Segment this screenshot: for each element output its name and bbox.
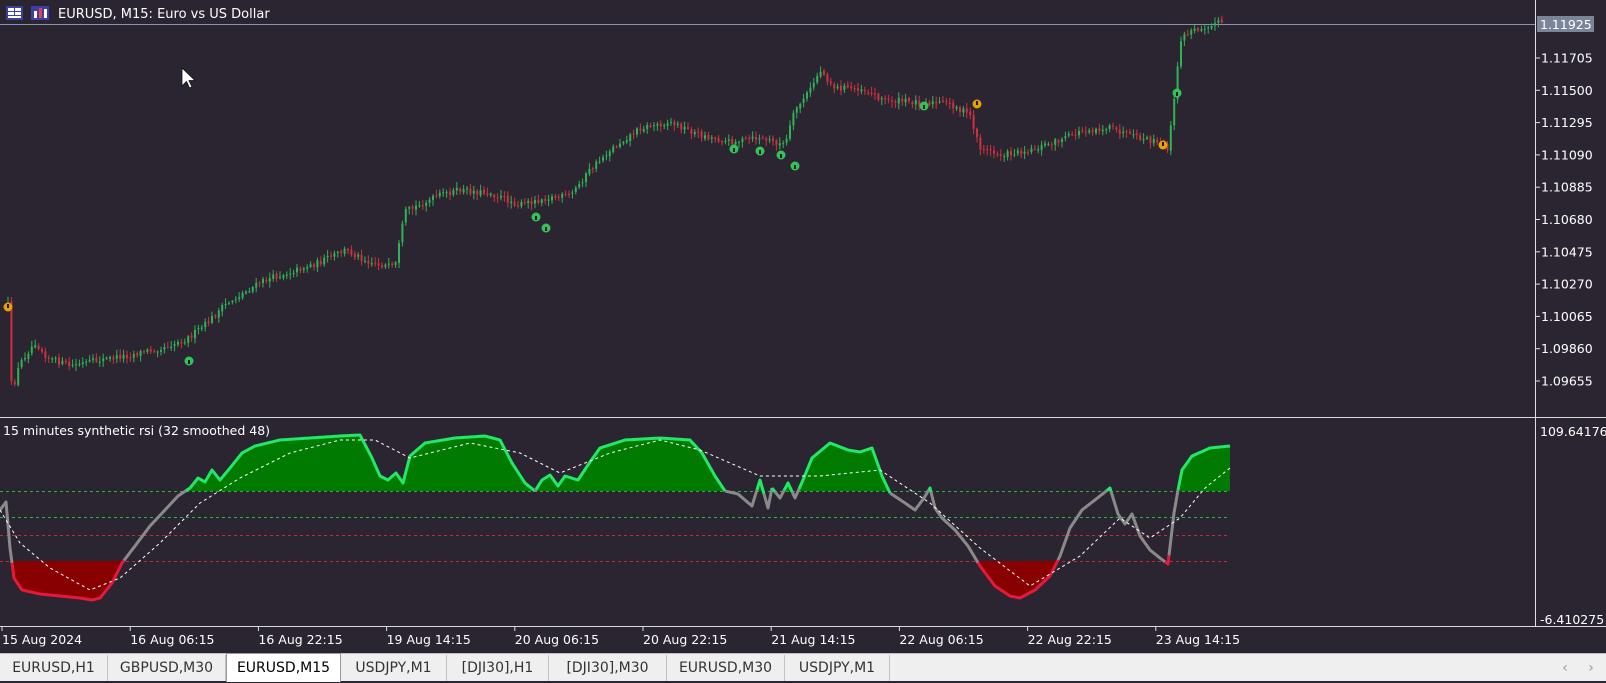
time-label: 20 Aug 22:15: [643, 632, 727, 647]
chart-grid-icon[interactable]: [6, 6, 23, 20]
time-label: 21 Aug 14:15: [771, 632, 855, 647]
time-label: 20 Aug 06:15: [515, 632, 599, 647]
indicator-max-label: 109.641768: [1540, 424, 1606, 439]
price-label: 1.11090: [1541, 147, 1593, 162]
time-label: 22 Aug 06:15: [899, 632, 983, 647]
chart-window[interactable]: EURUSD, M15: Euro vs US Dollar 1.11705 1.…: [0, 0, 1606, 682]
price-label: 1.09860: [1541, 341, 1593, 356]
chart-tab[interactable]: [DJI30],H1: [447, 655, 549, 681]
price-label: 1.11295: [1541, 115, 1593, 130]
chart-tab[interactable]: EURUSD,M15: [226, 653, 341, 682]
price-label: 1.10475: [1541, 244, 1593, 259]
scroll-right-icon[interactable]: ›: [1582, 657, 1600, 679]
price-label: 1.10680: [1541, 212, 1593, 227]
chart-title: EURUSD, M15: Euro vs US Dollar: [58, 7, 270, 22]
chart-tab[interactable]: EURUSD,M30: [667, 655, 785, 681]
time-label: 22 Aug 22:15: [1028, 632, 1112, 647]
scroll-left-icon[interactable]: ‹: [1556, 657, 1574, 679]
chart-tab[interactable]: GBPUSD,M30: [108, 655, 226, 681]
chart-bars-icon[interactable]: [31, 6, 49, 20]
indicator-min-label: -6.410275: [1540, 612, 1604, 627]
time-label: 16 Aug 22:15: [258, 632, 342, 647]
price-label: 1.11500: [1541, 83, 1593, 98]
price-label: 1.10885: [1541, 180, 1593, 195]
price-label: 1.09655: [1541, 374, 1593, 389]
chart-tab[interactable]: EURUSD,H1: [0, 655, 108, 681]
indicator-title: 15 minutes synthetic rsi (32 smoothed 48…: [3, 423, 270, 438]
price-label: 1.11705: [1541, 51, 1593, 66]
time-label: 19 Aug 14:15: [387, 632, 471, 647]
current-price-label: 1.11925: [1540, 17, 1592, 32]
price-label: 1.10270: [1541, 277, 1593, 292]
time-label: 16 Aug 06:15: [130, 632, 214, 647]
time-axis[interactable]: 15 Aug 2024 16 Aug 06:15 16 Aug 22:15 19 Au…: [0, 627, 1606, 651]
time-label: 23 Aug 14:15: [1156, 632, 1240, 647]
chart-tab[interactable]: USDJPY,M1: [341, 655, 447, 681]
chart-tab-bar: EURUSD,H1 GBPUSD,M30 EURUSD,M15 USDJPY,M1 [D…: [0, 653, 1606, 682]
chart-tab[interactable]: [DJI30],M30: [549, 655, 667, 681]
time-label: 15 Aug 2024: [2, 632, 82, 647]
rsi-indicator-panel[interactable]: 15 minutes synthetic rsi (32 smoothed 48…: [0, 418, 1606, 627]
price-label: 1.10065: [1541, 309, 1593, 324]
chart-title-group: EURUSD, M15: Euro vs US Dollar: [6, 6, 270, 22]
chart-tab[interactable]: USDJPY,M1: [785, 655, 890, 681]
price-chart-panel[interactable]: EURUSD, M15: Euro vs US Dollar 1.11705 1.…: [0, 0, 1606, 418]
